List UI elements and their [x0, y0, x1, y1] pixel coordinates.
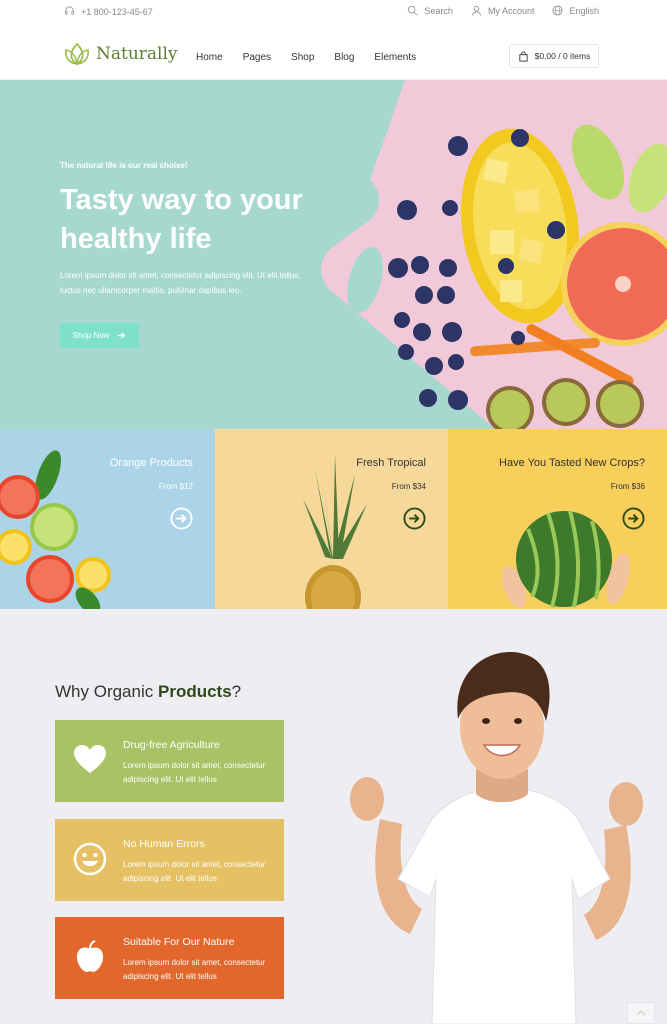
top-bar: +1 800-123-45-67 Search My Account Engli… [0, 0, 667, 24]
main-header: Naturally Home Pages Shop Blog Elements … [0, 24, 667, 80]
why-organic-section: Why Organic Products? Drug-free Agricult… [0, 609, 667, 1024]
chevron-up-icon [636, 1010, 646, 1016]
feature-description: Lorem ipsum dolor sit amet, consectetur … [123, 958, 266, 981]
category-title: Have You Tasted New Crops? [499, 457, 645, 469]
nav-blog[interactable]: Blog [334, 52, 354, 63]
category-card-crops[interactable]: Have You Tasted New Crops? From $36 [448, 429, 667, 609]
section-title-prefix: Why Organic [55, 682, 158, 701]
feature-title: Suitable For Our Nature [123, 936, 235, 948]
main-nav: Home Pages Shop Blog Elements [196, 52, 416, 63]
user-icon [471, 5, 482, 16]
account-link[interactable]: My Account [471, 5, 535, 16]
nav-elements[interactable]: Elements [374, 52, 416, 63]
hero-title: Tasty way to your healthy life [60, 184, 303, 255]
phone-contact[interactable]: +1 800-123-45-67 [64, 6, 153, 17]
hero-description: Lorem ipsum dolor sit amet, consectetur … [60, 271, 301, 295]
language-label: English [569, 5, 599, 16]
account-label: My Account [487, 5, 535, 16]
scroll-to-top-button[interactable] [627, 1002, 655, 1024]
search-icon [408, 5, 418, 16]
arrow-circle-icon[interactable] [622, 507, 645, 530]
section-title-bold: Products [157, 682, 232, 701]
category-price: From $36 [610, 482, 645, 491]
arrow-circle-icon[interactable] [403, 507, 426, 530]
leaf-logo-icon [65, 42, 89, 66]
happy-kid-image [350, 652, 643, 1024]
feature-title: No Human Errors [123, 838, 205, 850]
category-title: Orange Products [109, 457, 193, 469]
section-title-suffix: ? [231, 682, 242, 701]
smile-icon [73, 842, 107, 876]
nav-pages[interactable]: Pages [243, 52, 271, 63]
headset-icon [64, 6, 75, 15]
search-link[interactable]: Search [407, 5, 453, 16]
category-title: Fresh Tropical [356, 457, 426, 469]
logo[interactable]: Naturally [64, 42, 178, 66]
search-label: Search [424, 5, 453, 16]
feature-title: Drug-free Agriculture [123, 739, 220, 751]
nav-home[interactable]: Home [196, 52, 223, 63]
category-card-tropical[interactable]: Fresh Tropical From $34 [215, 429, 448, 609]
arrow-right-icon [118, 332, 126, 339]
logo-text: Naturally [96, 44, 178, 64]
feature-card-no-errors: No Human Errors Lorem ipsum dolor sit am… [55, 819, 284, 901]
feature-description: Lorem ipsum dolor sit amet, consectetur … [123, 860, 266, 883]
cart-button[interactable]: $0.00 / 0 items [509, 44, 599, 68]
feature-description: Lorem ipsum dolor sit amet, consectetur … [123, 761, 266, 784]
arrow-circle-icon[interactable] [170, 507, 193, 530]
hero-tagline: The natural life is our real choise! [60, 161, 188, 170]
category-price: From $12 [158, 482, 193, 491]
citrus-image [0, 450, 111, 609]
globe-icon [552, 5, 564, 16]
category-price: From $34 [391, 482, 426, 491]
hero-banner: The natural life is our real choise! Tas… [0, 80, 667, 429]
section-title: Why Organic Products? [55, 682, 241, 702]
category-card-orange[interactable]: Orange Products From $12 [0, 429, 215, 609]
shopping-bag-icon [518, 50, 528, 62]
feature-card-nature: Suitable For Our Nature Lorem ipsum dolo… [55, 917, 284, 999]
phone-number: +1 800-123-45-67 [81, 6, 153, 17]
nav-shop[interactable]: Shop [291, 52, 314, 63]
cart-total: $0.00 / 0 items [534, 51, 591, 61]
fruit-board-image [320, 80, 667, 429]
feature-card-drug-free: Drug-free Agriculture Lorem ipsum dolor … [55, 720, 284, 802]
heart-icon [74, 745, 106, 773]
language-selector[interactable]: English [552, 5, 599, 16]
shop-now-button[interactable]: Shop Now [60, 323, 139, 348]
apple-icon [76, 940, 104, 972]
shop-now-label: Shop Now [72, 331, 110, 340]
